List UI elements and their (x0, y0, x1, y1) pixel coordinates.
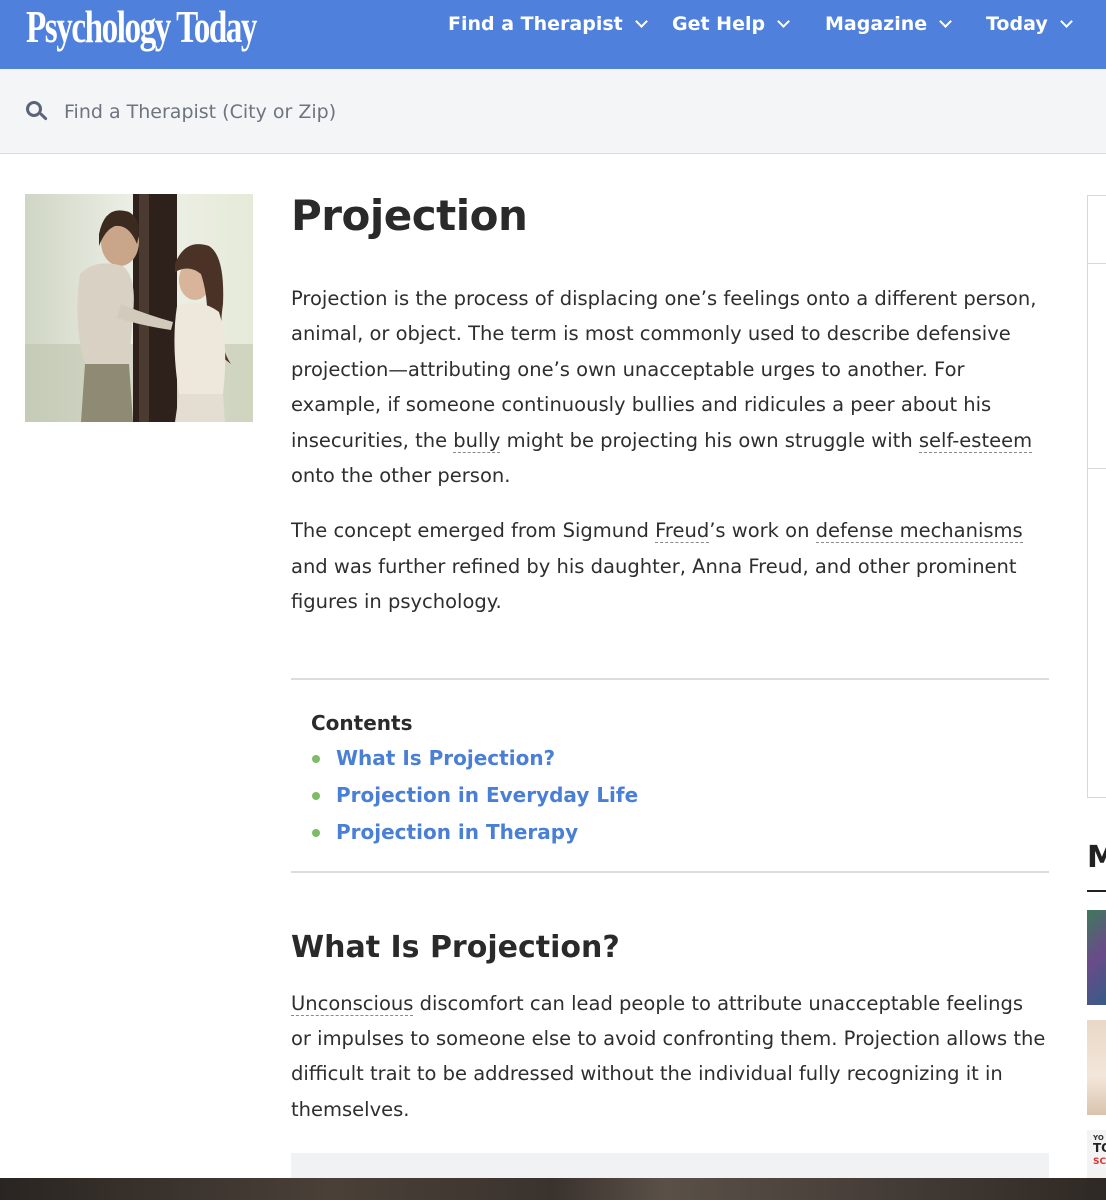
article-hero-image (25, 194, 253, 422)
chevron-down-icon (939, 14, 953, 28)
search-icon[interactable] (26, 101, 48, 123)
nav-label: Today (986, 13, 1048, 35)
nav-find-a-therapist[interactable]: Find a Therapist (448, 10, 648, 38)
glossary-link-unconscious[interactable]: Unconscious (291, 991, 414, 1016)
sidebar-thumbnail[interactable] (1087, 910, 1106, 1005)
list-item: Projection in Everyday Life (311, 777, 1049, 814)
bullet-dot-icon (312, 828, 320, 837)
sidebar-divider (1087, 263, 1106, 264)
intro-paragraph: Projection is the process of displacing … (291, 287, 1037, 488)
chevron-down-icon (634, 14, 648, 28)
toc-link-what-is-projection[interactable]: What Is Projection? (336, 746, 555, 770)
glossary-link-self-esteem[interactable]: self-esteem (918, 428, 1033, 453)
therapist-search-input[interactable] (64, 97, 664, 127)
glossary-link-bully[interactable]: bully (453, 428, 501, 453)
bullet-dot-icon (312, 754, 320, 763)
sidebar-divider (1087, 468, 1106, 469)
glossary-link-freud[interactable]: Freud (655, 519, 710, 544)
table-of-contents: Contents What Is Projection? Projection … (291, 677, 1049, 873)
nav-label: Get Help (672, 13, 766, 35)
nav-magazine[interactable]: Magazine (825, 10, 953, 38)
nav-label: Find a Therapist (448, 13, 623, 35)
list-item: Projection in Therapy (311, 814, 1049, 851)
chevron-down-icon (1059, 14, 1073, 28)
top-nav-bar: Psychology Today Find a Therapist Get He… (0, 0, 1106, 69)
section-paragraph: Unconscious discomfort can lead people t… (291, 991, 1046, 1121)
nav-get-help[interactable]: Get Help (672, 10, 790, 38)
bullet-dot-icon (312, 791, 320, 800)
contents-heading: Contents (311, 710, 413, 735)
therapist-search-bar (0, 69, 1106, 154)
glossary-link-defense-mechanisms[interactable]: defense mechanisms (815, 519, 1023, 544)
nav-label: Magazine (825, 13, 928, 35)
sidebar-panel (1087, 195, 1106, 798)
nav-today[interactable]: Today (986, 10, 1073, 38)
toc-link-projection-in-therapy[interactable]: Projection in Therapy (336, 820, 578, 844)
list-item: What Is Projection? (311, 740, 1049, 777)
contents-list: What Is Projection? Projection in Everyd… (311, 740, 1049, 851)
sidebar-section-heading: M (1087, 840, 1106, 875)
chevron-down-icon (777, 14, 790, 28)
sidebar-thumbnail[interactable]: YO TO SC (1087, 1130, 1106, 1180)
history-paragraph: The concept emerged from Sigmund Freud’s… (291, 519, 1023, 614)
sidebar-heading-rule (1087, 890, 1106, 892)
page-title: Projection (291, 191, 528, 240)
sidebar-thumbnail[interactable] (1087, 1020, 1106, 1115)
bottom-ad-banner[interactable] (0, 1178, 1106, 1200)
site-logo[interactable]: Psychology Today (26, 2, 257, 52)
article-body: Projection Projection is the process of … (291, 186, 1049, 1127)
toc-link-projection-in-everyday-life[interactable]: Projection in Everyday Life (336, 783, 638, 807)
section-heading: What Is Projection? (291, 929, 620, 965)
